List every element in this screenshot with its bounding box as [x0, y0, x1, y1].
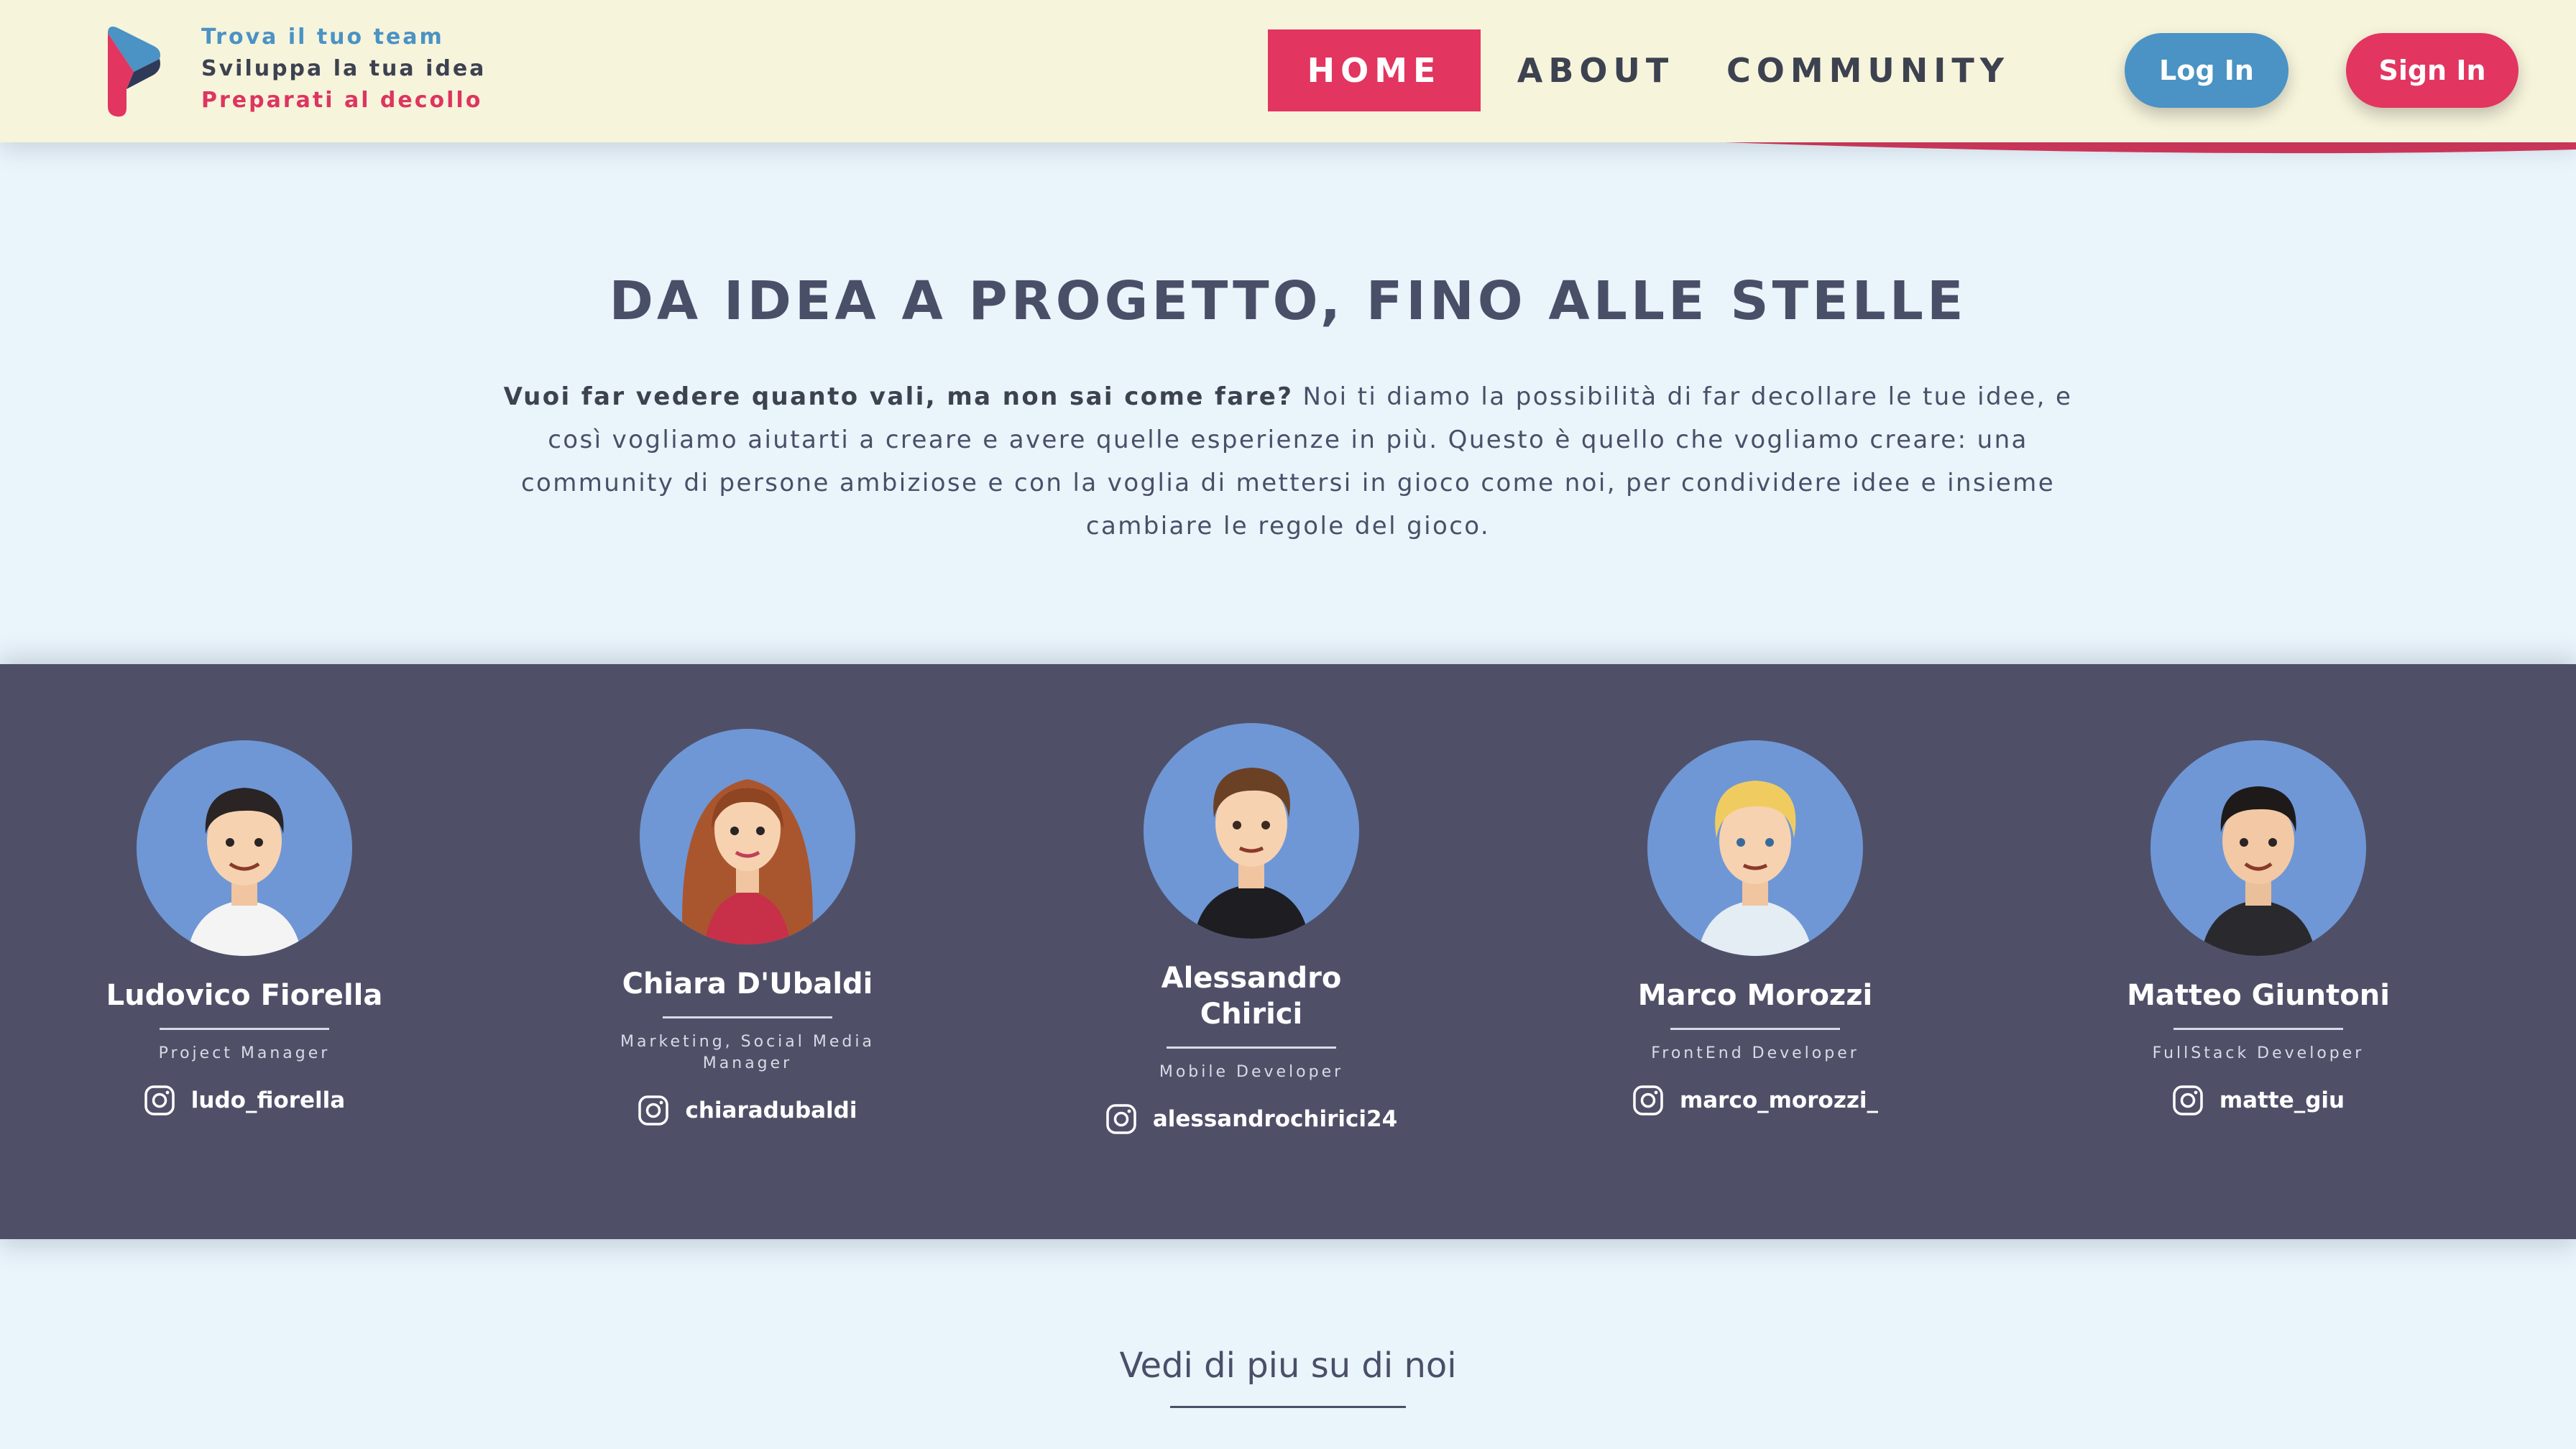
- tagline-prepare-launch: Preparati al decollo: [201, 88, 483, 113]
- team-member-card: Matteo Giuntoni FullStack Developer matt…: [2057, 740, 2460, 1116]
- member-name: Chiara D'Ubaldi: [622, 967, 873, 1000]
- instagram-handle: marco_morozzi_: [1679, 1087, 1879, 1113]
- tagline-develop-idea: Sviluppa la tua idea: [201, 56, 487, 81]
- tagline: Trova il tuo team Sviluppa la tua idea P…: [201, 22, 486, 116]
- main-nav: HOME ABOUT COMMUNITY: [1268, 29, 2023, 111]
- instagram-icon: [1106, 1104, 1136, 1134]
- signin-button[interactable]: Sign In: [2346, 33, 2518, 108]
- avatar: [1647, 740, 1863, 956]
- logo-icon[interactable]: [105, 24, 162, 118]
- avatar: [640, 729, 855, 944]
- tagline-find-team: Trova il tuo team: [201, 24, 444, 50]
- instagram-icon: [144, 1085, 175, 1116]
- avatar-portrait: [2201, 786, 2316, 956]
- instagram-handle: ludo_fiorella: [190, 1087, 346, 1113]
- member-divider: [2174, 1028, 2343, 1030]
- member-divider: [1167, 1046, 1336, 1049]
- avatar-portrait: [187, 788, 302, 956]
- team-member-card: Marco Morozzi FrontEnd Developer marco_m…: [1554, 740, 1956, 1116]
- instagram-handle: matte_giu: [2219, 1087, 2345, 1113]
- instagram-link[interactable]: matte_giu: [2057, 1085, 2460, 1116]
- avatar-portrait: [1194, 768, 1309, 939]
- login-button[interactable]: Log In: [2125, 33, 2288, 108]
- nav-home[interactable]: HOME: [1268, 29, 1481, 111]
- member-name: Matteo Giuntoni: [2127, 979, 2390, 1012]
- team-member-card: Alessandro Chirici Mobile Developer ales…: [1050, 723, 1453, 1135]
- instagram-link[interactable]: ludo_fiorella: [43, 1085, 446, 1116]
- instagram-handle: chiaradubaldi: [685, 1098, 857, 1123]
- avatar: [1144, 723, 1359, 939]
- member-role: FrontEnd Developer: [1651, 1044, 1859, 1062]
- instagram-icon: [2173, 1085, 2203, 1116]
- instagram-icon: [638, 1095, 669, 1126]
- member-divider: [1670, 1028, 1840, 1030]
- instagram-link[interactable]: marco_morozzi_: [1554, 1085, 1956, 1116]
- instagram-icon: [1633, 1085, 1663, 1116]
- intro-paragraph: Vuoi far vedere quanto vali, ma non sai …: [503, 375, 2073, 548]
- instagram-link[interactable]: alessandrochirici24: [1050, 1103, 1453, 1135]
- member-role: Marketing, Social Media Manager: [620, 1033, 875, 1072]
- member-role: Project Manager: [158, 1044, 331, 1062]
- nav-community[interactable]: COMMUNITY: [1714, 29, 2023, 111]
- avatar: [2150, 740, 2366, 956]
- member-name: Marco Morozzi: [1637, 979, 1873, 1012]
- instagram-link[interactable]: chiaradubaldi: [546, 1095, 949, 1126]
- intro-lead-bold: Vuoi far vedere quanto vali, ma non sai …: [503, 382, 1294, 411]
- member-name: Ludovico Fiorella: [106, 979, 383, 1012]
- team-section: Ludovico Fiorella Project Manager ludo_f…: [0, 664, 2576, 1239]
- member-name: Alessandro Chirici: [1161, 962, 1342, 1031]
- member-divider: [663, 1016, 832, 1018]
- member-role: Mobile Developer: [1159, 1063, 1344, 1081]
- member-role: FullStack Developer: [2152, 1044, 2365, 1062]
- member-divider: [160, 1028, 329, 1030]
- instagram-handle: alessandrochirici24: [1152, 1106, 1398, 1132]
- site-header: Trova il tuo team Sviluppa la tua idea P…: [0, 0, 2576, 142]
- avatar-portrait: [1698, 781, 1813, 956]
- avatar-portrait: [682, 779, 813, 944]
- nav-about[interactable]: ABOUT: [1481, 29, 1711, 111]
- page-title: DA IDEA A PROGETTO, FINO ALLE STELLE: [609, 270, 1967, 332]
- see-more-link[interactable]: Vedi di piu su di noi: [1072, 1346, 1504, 1386]
- avatar: [137, 740, 352, 956]
- team-member-card: Chiara D'Ubaldi Marketing, Social Media …: [546, 729, 949, 1126]
- team-member-card: Ludovico Fiorella Project Manager ludo_f…: [43, 740, 446, 1116]
- see-more-underline: [1170, 1406, 1406, 1408]
